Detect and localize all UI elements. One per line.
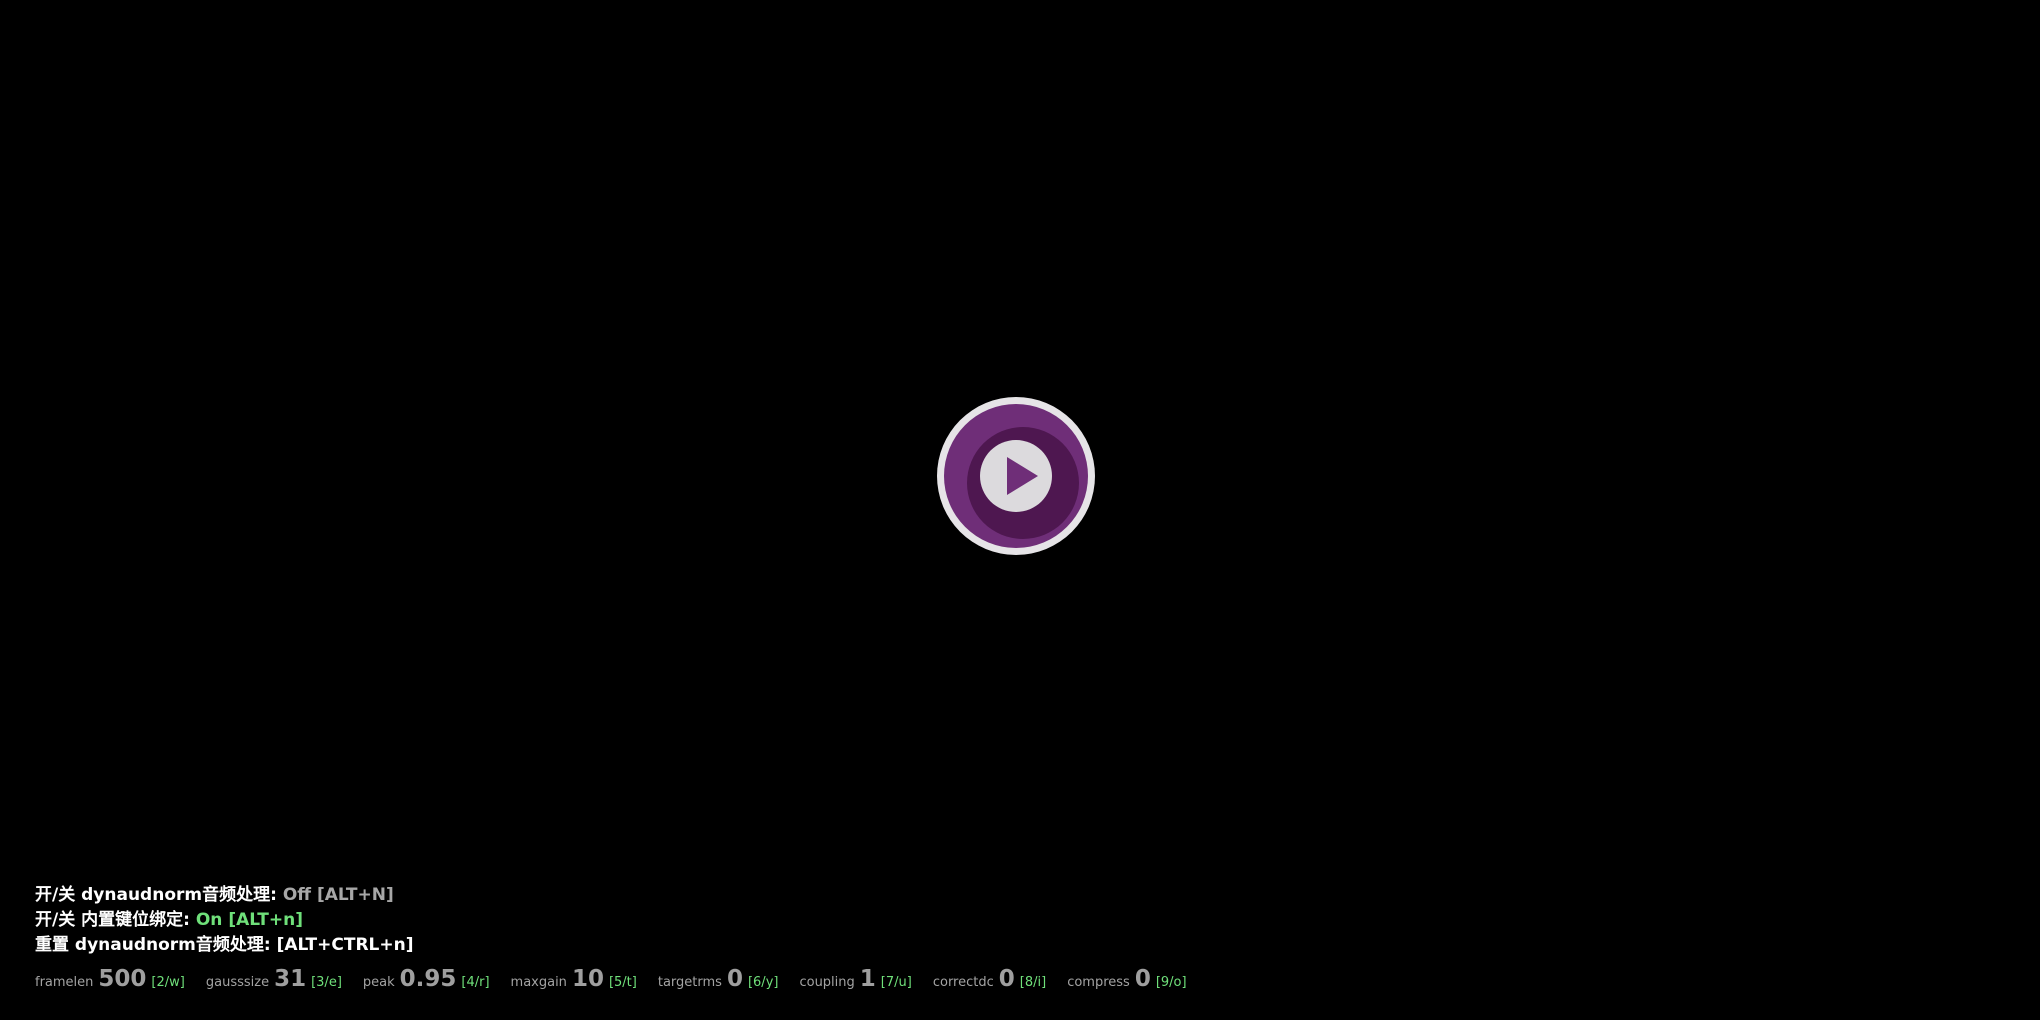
param-value: 0 (1134, 966, 1151, 992)
param-targetrms: targetrms 0 [6/y] (658, 966, 779, 992)
param-value: 0 (998, 966, 1015, 992)
param-key: [8/i] (1019, 975, 1047, 990)
param-maxgain: maxgain 10 [5/t] (511, 966, 637, 992)
param-value: 1 (859, 966, 876, 992)
osd-status-off: Off [ALT+N] (282, 885, 394, 905)
param-value: 31 (274, 966, 307, 992)
video-area[interactable]: 开/关 dynaudnorm音频处理: Off [ALT+N] 开/关 内置键位… (0, 0, 2040, 1020)
osd-label: 开/关 内置键位绑定: (35, 910, 196, 930)
param-peak: peak 0.95 [4/r] (363, 966, 490, 992)
param-name: maxgain (510, 975, 567, 990)
mpv-play-logo-icon[interactable] (937, 397, 1095, 555)
param-key: [7/u] (880, 975, 912, 990)
param-value: 0.95 (399, 966, 457, 992)
osd-line-toggle-dynaudnorm: 开/关 dynaudnorm音频处理: Off [ALT+N] (35, 883, 1208, 908)
param-gausssize: gausssize 31 [3/e] (206, 966, 342, 992)
param-framelen: framelen 500 [2/w] (35, 966, 185, 992)
param-value: 0 (726, 966, 743, 992)
param-name: correctdc (932, 975, 994, 990)
osd-label: 开/关 dynaudnorm音频处理: (35, 885, 283, 905)
osd-overlay: 开/关 dynaudnorm音频处理: Off [ALT+N] 开/关 内置键位… (35, 883, 1208, 992)
param-value: 500 (98, 966, 147, 992)
param-key: [9/o] (1155, 975, 1187, 990)
param-name: targetrms (657, 975, 722, 990)
param-name: framelen (35, 975, 94, 990)
osd-line-toggle-keybindings: 开/关 内置键位绑定: On [ALT+n] (35, 908, 1208, 933)
osd-line-reset-dynaudnorm: 重置 dynaudnorm音频处理: [ALT+CTRL+n] (35, 933, 1208, 958)
osd-label: 重置 dynaudnorm音频处理: [ALT+CTRL+n] (35, 935, 414, 955)
param-value: 10 (571, 966, 604, 992)
param-key: [4/r] (461, 975, 490, 990)
play-triangle-icon (1007, 457, 1038, 495)
param-compress: compress 0 [9/o] (1067, 966, 1186, 992)
param-coupling: coupling 1 [7/u] (799, 966, 911, 992)
param-name: gausssize (205, 975, 270, 990)
param-name: compress (1067, 975, 1130, 990)
param-key: [3/e] (311, 975, 342, 990)
param-correctdc: correctdc 0 [8/i] (933, 966, 1046, 992)
param-name: peak (362, 975, 395, 990)
param-key: [2/w] (151, 975, 185, 990)
param-name: coupling (799, 975, 855, 990)
osd-status-on: On [ALT+n] (195, 910, 303, 930)
param-key: [5/t] (608, 975, 637, 990)
osd-param-row: framelen 500 [2/w] gausssize 31 [3/e] pe… (35, 966, 1208, 992)
param-key: [6/y] (747, 975, 779, 990)
